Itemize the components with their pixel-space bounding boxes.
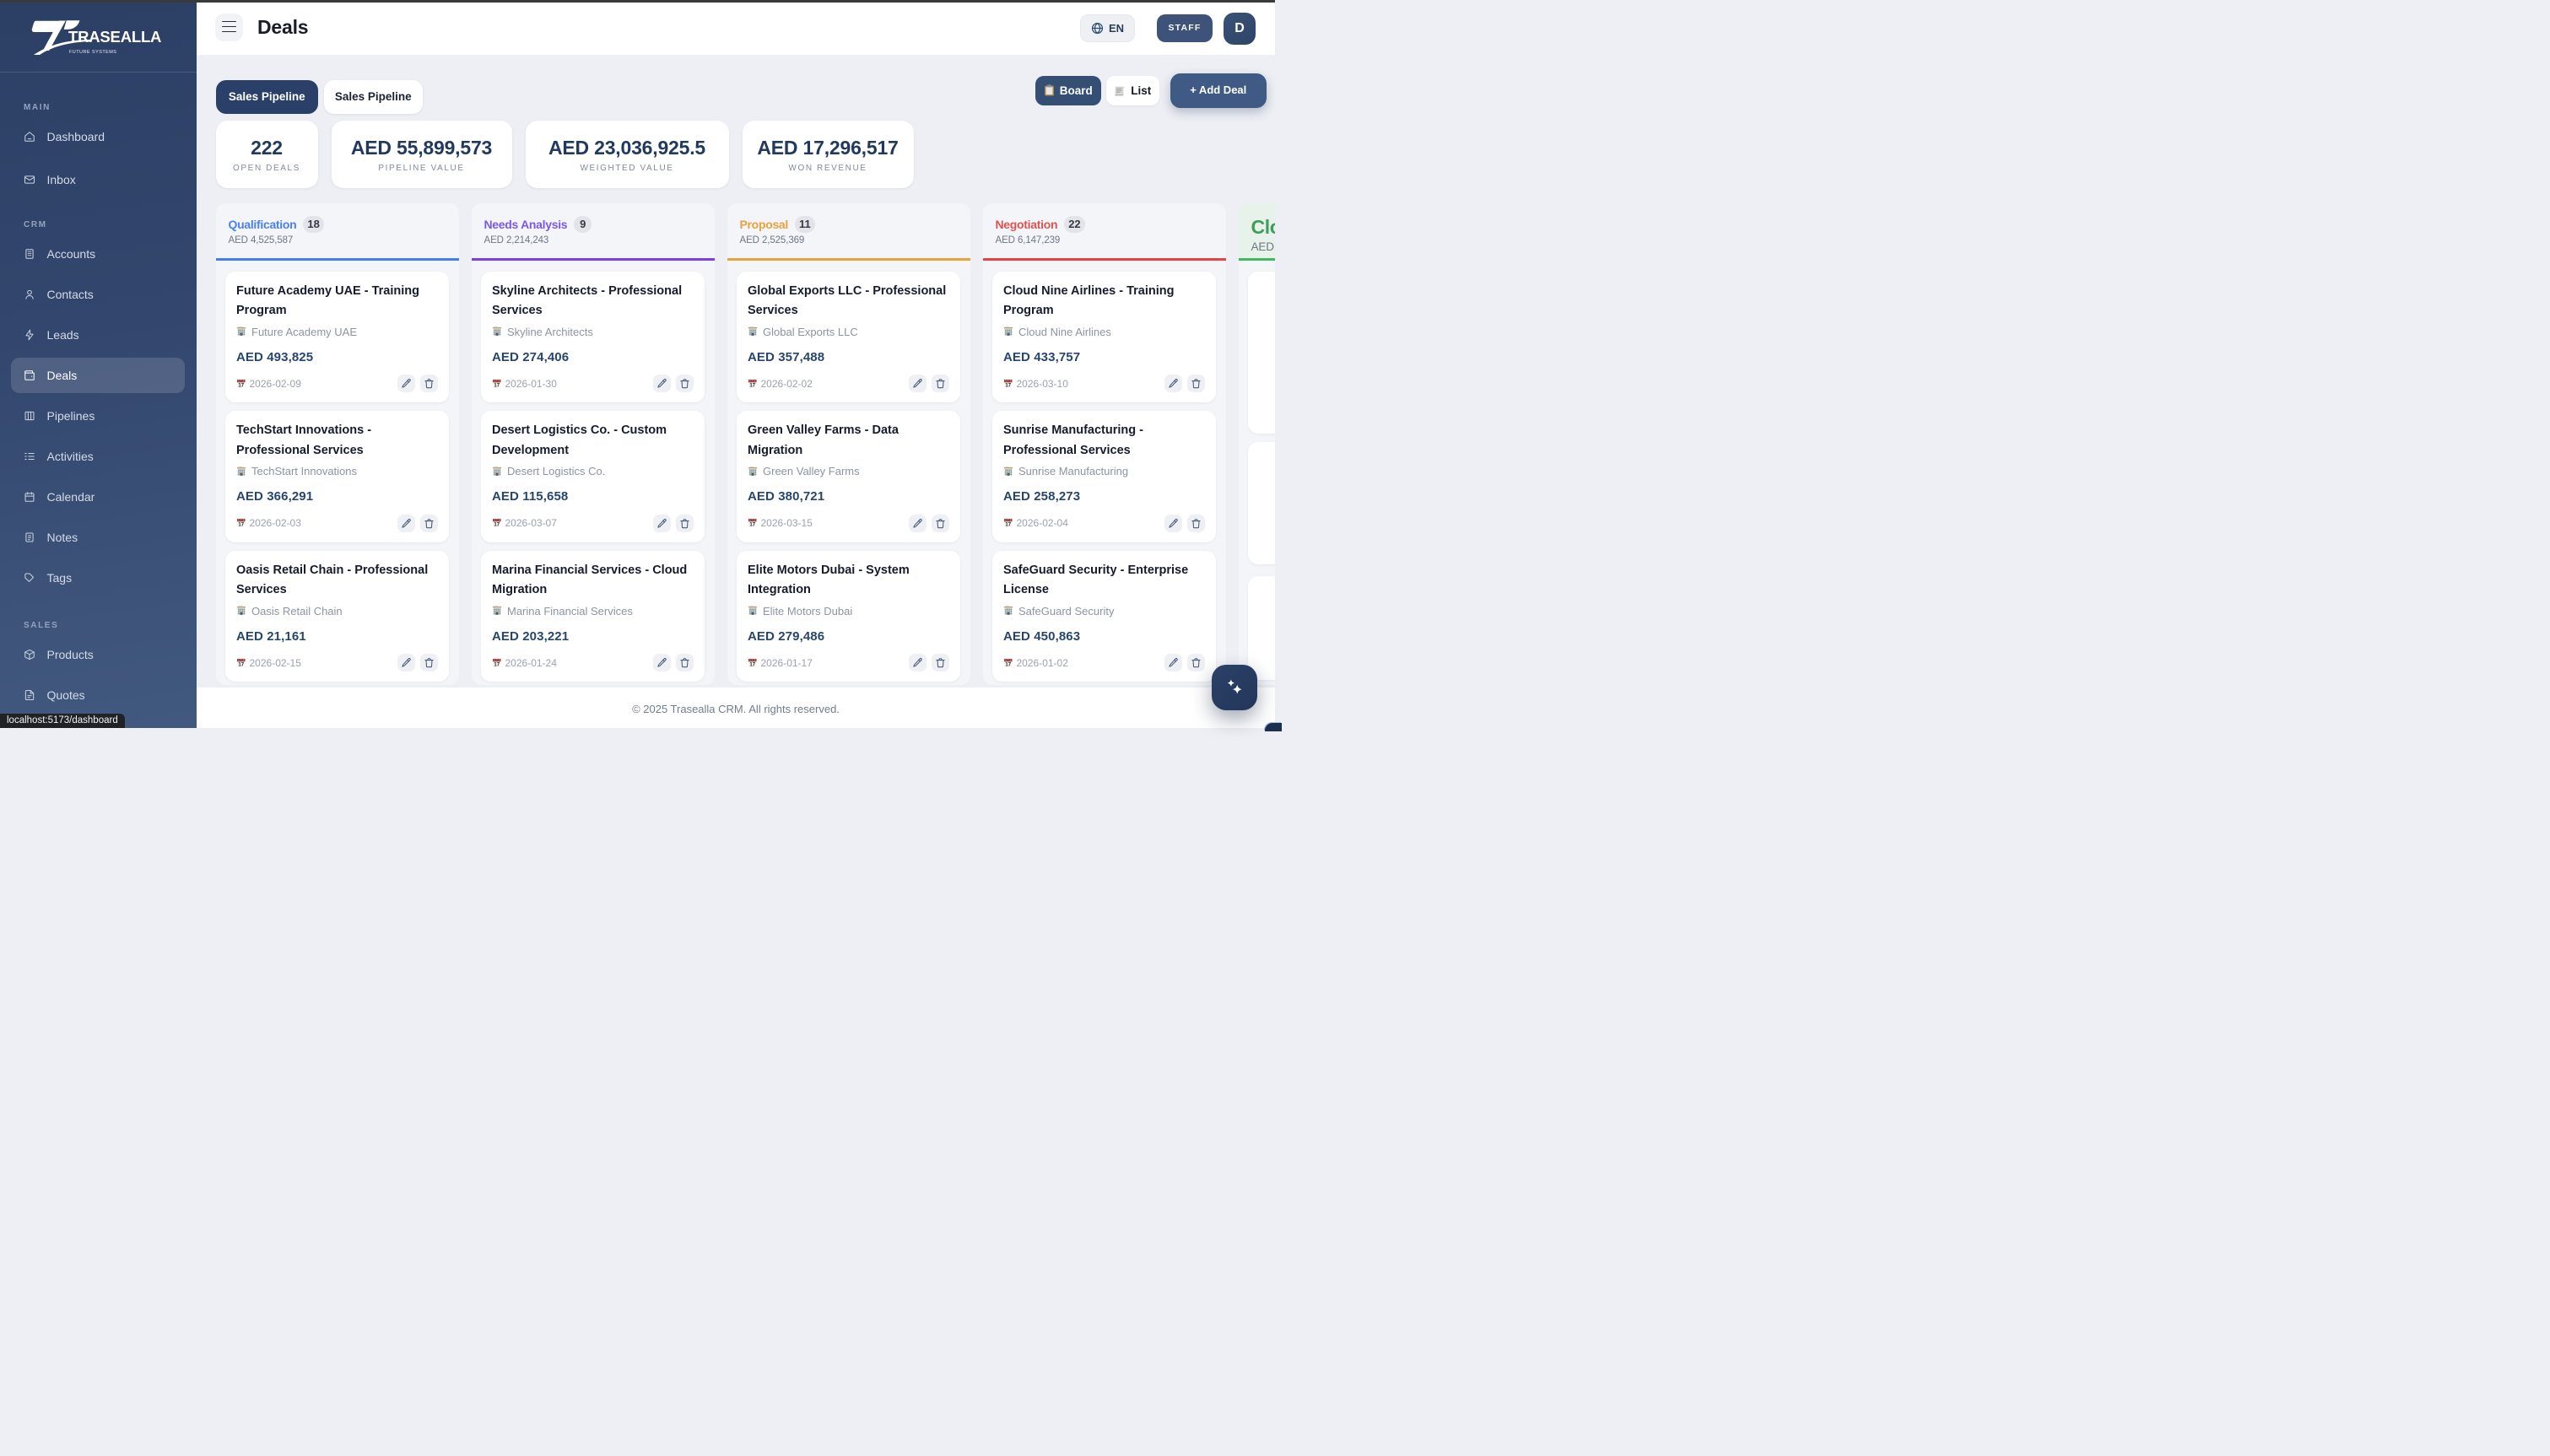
svg-text:17: 17 — [238, 383, 244, 388]
svg-text:17: 17 — [1005, 662, 1011, 667]
svg-text:17: 17 — [749, 662, 755, 667]
svg-text:17: 17 — [1005, 523, 1011, 528]
svg-text:17: 17 — [494, 523, 500, 528]
svg-text:17: 17 — [1005, 383, 1011, 388]
svg-text:17: 17 — [494, 662, 500, 667]
svg-text:17: 17 — [238, 523, 244, 528]
svg-text:17: 17 — [749, 383, 755, 388]
svg-text:17: 17 — [238, 662, 244, 667]
svg-text:17: 17 — [749, 523, 755, 528]
svg-text:17: 17 — [494, 383, 500, 388]
